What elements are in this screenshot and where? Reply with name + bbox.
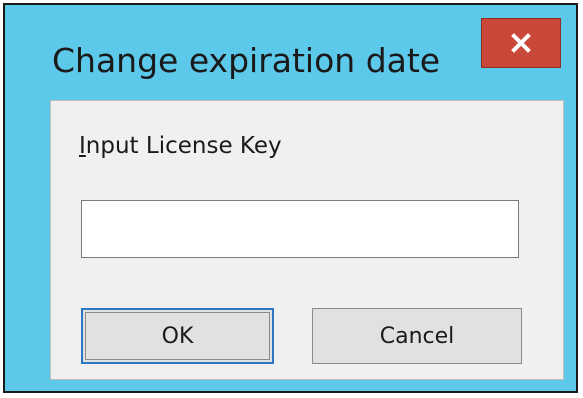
label-mnemonic: I xyxy=(79,133,86,159)
dialog-window: Change expiration date Input License Key… xyxy=(3,3,578,393)
title-bar[interactable]: Change expiration date xyxy=(5,5,576,95)
cancel-button[interactable]: Cancel xyxy=(312,308,522,364)
license-key-input[interactable] xyxy=(81,200,519,258)
dialog-body: Input License Key OK Cancel xyxy=(50,100,564,380)
label-text: nput License Key xyxy=(85,133,282,159)
ok-button[interactable]: OK xyxy=(81,308,274,364)
license-key-label: Input License Key xyxy=(79,131,282,161)
dialog-title: Change expiration date xyxy=(52,41,441,80)
close-button[interactable] xyxy=(481,18,561,68)
close-icon xyxy=(511,33,531,53)
